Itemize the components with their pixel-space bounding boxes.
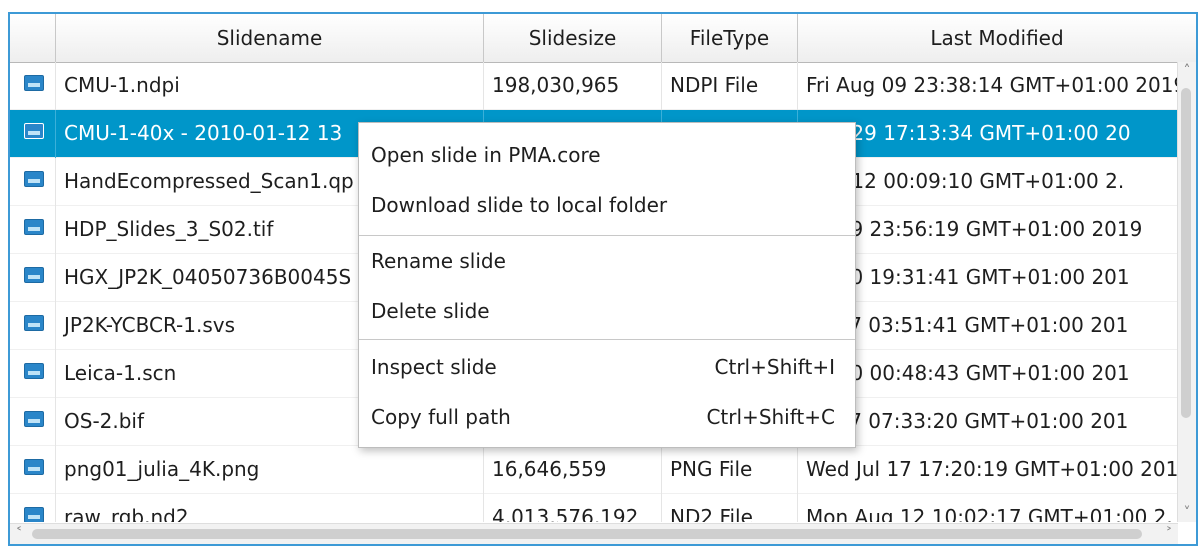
row-icon-cell bbox=[10, 206, 56, 254]
cell-last-modified: Fri Aug 09 23:38:14 GMT+01:00 2019 bbox=[798, 62, 1178, 110]
menu-separator bbox=[359, 339, 855, 340]
table-row[interactable]: CMU-1.ndpi 198,030,965 NDPI File Fri Aug 09… bbox=[10, 62, 1178, 110]
row-icon-cell bbox=[10, 398, 56, 446]
slide-image-icon bbox=[24, 411, 44, 427]
menu-separator bbox=[359, 235, 855, 236]
menu-item-label: Rename slide bbox=[371, 249, 506, 273]
slide-image-icon bbox=[24, 459, 44, 475]
header-icon-column[interactable] bbox=[10, 14, 56, 62]
menu-shortcut: Ctrl+Shift+C bbox=[706, 405, 835, 429]
slide-image-icon bbox=[24, 123, 44, 139]
header-slidesize[interactable]: Slidesize bbox=[484, 14, 662, 62]
chevron-down-icon[interactable]: ˅ bbox=[1178, 504, 1196, 522]
menu-copy-full-path[interactable]: Copy full path Ctrl+Shift+C bbox=[359, 397, 855, 437]
row-icon-cell bbox=[10, 62, 56, 110]
slide-image-icon bbox=[24, 75, 44, 91]
table-header: Slidename Slidesize FileType Last Modifi… bbox=[10, 14, 1196, 63]
slide-image-icon bbox=[24, 171, 44, 187]
menu-inspect-slide[interactable]: Inspect slide Ctrl+Shift+I bbox=[359, 347, 855, 387]
slide-image-icon bbox=[24, 315, 44, 331]
horizontal-scroll-thumb[interactable] bbox=[32, 529, 1142, 539]
slide-image-icon bbox=[24, 267, 44, 283]
chevron-up-icon[interactable]: ˄ bbox=[1178, 62, 1196, 80]
cell-filetype: NDPI File bbox=[662, 62, 798, 110]
chevron-left-icon[interactable]: ˂ bbox=[10, 524, 28, 544]
menu-item-label: Open slide in PMA.core bbox=[371, 143, 601, 167]
context-menu: Open slide in PMA.core Download slide to… bbox=[358, 122, 856, 448]
cell-slidename: CMU-1.ndpi bbox=[56, 62, 484, 110]
table-row[interactable]: raw_rgb.nd2 4,013,576,192 ND2 File Mon Aug … bbox=[10, 494, 1178, 522]
chevron-right-icon[interactable]: ˃ bbox=[1160, 524, 1178, 544]
header-filetype[interactable]: FileType bbox=[662, 14, 798, 62]
row-icon-cell bbox=[10, 254, 56, 302]
row-icon-cell bbox=[10, 302, 56, 350]
row-icon-cell bbox=[10, 350, 56, 398]
cell-slidesize: 16,646,559 bbox=[484, 446, 662, 494]
row-icon-cell bbox=[10, 446, 56, 494]
menu-item-label: Delete slide bbox=[371, 299, 490, 323]
row-icon-cell bbox=[10, 494, 56, 522]
vertical-scroll-thumb[interactable] bbox=[1181, 88, 1191, 418]
menu-download-slide[interactable]: Download slide to local folder bbox=[359, 185, 855, 225]
cell-filetype: ND2 File bbox=[662, 494, 798, 522]
cell-last-modified: Wed Jul 17 17:20:19 GMT+01:00 201 bbox=[798, 446, 1178, 494]
cell-last-modified: Mon Aug 12 10:02:17 GMT+01:00 2. bbox=[798, 494, 1178, 522]
cell-slidename: raw_rgb.nd2 bbox=[56, 494, 484, 522]
menu-item-label: Inspect slide bbox=[371, 355, 497, 379]
menu-item-label: Download slide to local folder bbox=[371, 193, 668, 217]
menu-shortcut: Ctrl+Shift+I bbox=[714, 355, 835, 379]
cell-slidesize: 198,030,965 bbox=[484, 62, 662, 110]
header-slidename[interactable]: Slidename bbox=[56, 14, 484, 62]
vertical-scrollbar[interactable]: ˄ ˅ bbox=[1177, 62, 1196, 522]
cell-filetype: PNG File bbox=[662, 446, 798, 494]
menu-delete-slide[interactable]: Delete slide bbox=[359, 291, 855, 331]
header-last-modified[interactable]: Last Modified bbox=[798, 14, 1196, 62]
slide-image-icon bbox=[24, 363, 44, 379]
row-icon-cell bbox=[10, 110, 56, 158]
slide-image-icon bbox=[24, 507, 44, 522]
menu-open-slide[interactable]: Open slide in PMA.core bbox=[359, 135, 855, 175]
cell-slidesize: 4,013,576,192 bbox=[484, 494, 662, 522]
horizontal-scrollbar[interactable]: ˂ ˃ bbox=[10, 523, 1178, 544]
table-row[interactable]: png01_julia_4K.png 16,646,559 PNG File Wed … bbox=[10, 446, 1178, 494]
cell-slidename: png01_julia_4K.png bbox=[56, 446, 484, 494]
menu-item-label: Copy full path bbox=[371, 405, 511, 429]
menu-rename-slide[interactable]: Rename slide bbox=[359, 241, 855, 281]
row-icon-cell bbox=[10, 158, 56, 206]
slide-image-icon bbox=[24, 219, 44, 235]
